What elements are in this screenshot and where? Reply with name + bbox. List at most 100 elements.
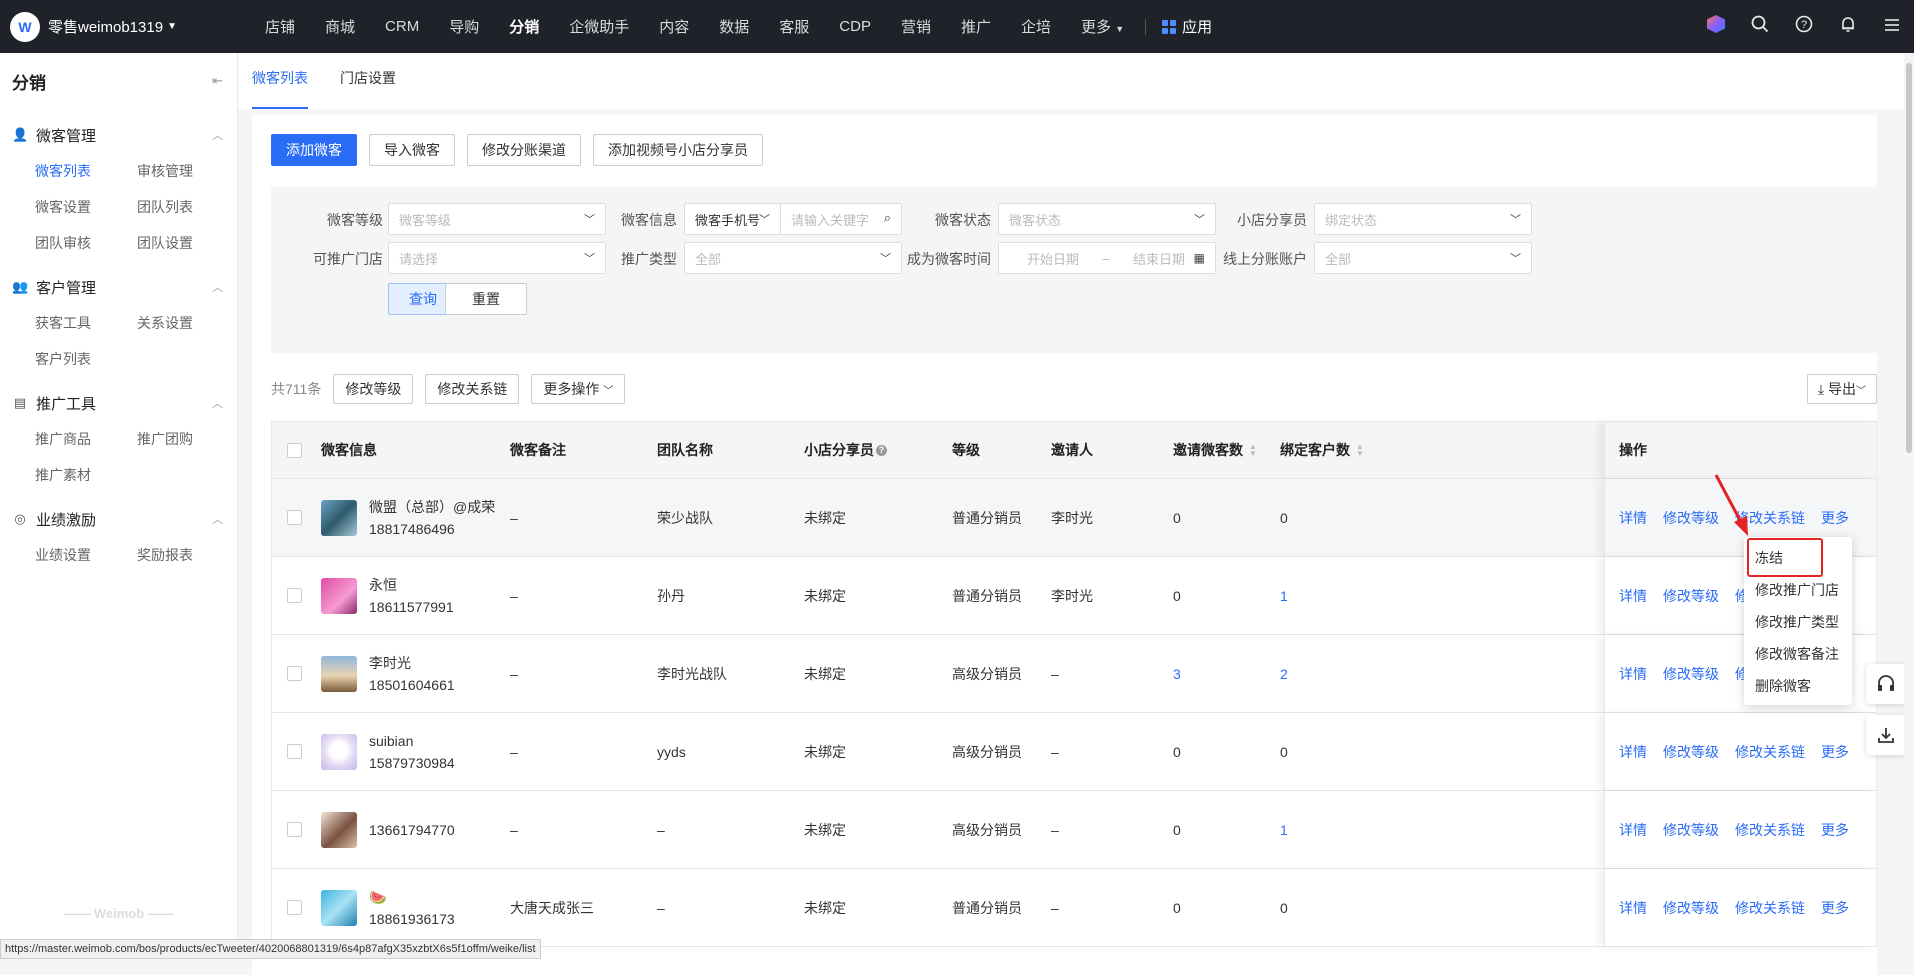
select-all-checkbox[interactable] bbox=[287, 442, 302, 458]
sidebar-item-promo-goods[interactable]: 推广商品 bbox=[35, 421, 137, 457]
modify-relation-link[interactable]: 修改关系链 bbox=[1735, 898, 1805, 918]
nav-item-mall[interactable]: 商城 bbox=[310, 16, 370, 37]
nav-item-distribution[interactable]: 分销 bbox=[494, 16, 554, 37]
sidebar-item-relation-settings[interactable]: 关系设置 bbox=[137, 305, 239, 341]
headset-support-icon[interactable] bbox=[1866, 664, 1906, 704]
modify-relation-link[interactable]: 修改关系链 bbox=[1735, 820, 1805, 840]
modify-level-link[interactable]: 修改等级 bbox=[1663, 898, 1719, 918]
collapse-sidebar-icon[interactable]: ⇤ bbox=[212, 73, 223, 89]
export-button[interactable]: ⤓ 导出﹀ bbox=[1806, 374, 1877, 404]
more-actions-button[interactable]: 更多操作 ﹀ bbox=[531, 374, 626, 404]
nav-item-store[interactable]: 店铺 bbox=[250, 16, 310, 37]
modify-level-link[interactable]: 修改等级 bbox=[1663, 820, 1719, 840]
row-checkbox[interactable] bbox=[287, 900, 302, 915]
modify-relation-link[interactable]: 修改关系链 bbox=[1735, 742, 1805, 762]
status-select[interactable]: 微客状态 ﹀ bbox=[998, 203, 1216, 235]
detail-link[interactable]: 详情 bbox=[1619, 586, 1647, 606]
download-icon[interactable] bbox=[1866, 715, 1906, 755]
col-header-bound[interactable]: 绑定客户数 ▲ ▼ bbox=[1280, 422, 1364, 478]
more-link[interactable]: 更多 bbox=[1821, 742, 1849, 762]
menu-item-delete[interactable]: 删除微客 bbox=[1744, 670, 1852, 702]
modify-channel-button[interactable]: 修改分账渠道 bbox=[467, 134, 581, 166]
brand-switcher[interactable]: W 零售weimob1319 ▼ bbox=[10, 11, 250, 42]
start-date-placeholder[interactable]: 开始日期 bbox=[1027, 249, 1079, 268]
scrollbar-thumb[interactable] bbox=[1906, 63, 1912, 453]
sidebar-item-team-list[interactable]: 团队列表 bbox=[137, 189, 239, 225]
invited-count[interactable]: 3 bbox=[1173, 635, 1181, 712]
nav-item-cdp[interactable]: CDP bbox=[824, 18, 886, 35]
row-checkbox[interactable] bbox=[287, 666, 302, 681]
nav-item-guide[interactable]: 导购 bbox=[434, 16, 494, 37]
sidebar-item-weike-list[interactable]: 微客列表 bbox=[35, 153, 137, 189]
menu-item-modify-promo-type[interactable]: 修改推广类型 bbox=[1744, 606, 1852, 638]
bound-count[interactable]: 1 bbox=[1280, 791, 1288, 868]
level-select[interactable]: 微客等级 ﹀ bbox=[388, 203, 606, 235]
account-select[interactable]: 全部 ﹀ bbox=[1314, 242, 1532, 274]
sidebar-item-team-settings[interactable]: 团队设置 bbox=[137, 225, 239, 261]
row-checkbox[interactable] bbox=[287, 744, 302, 759]
sidebar-item-reward-report[interactable]: 奖励报表 bbox=[137, 537, 239, 573]
menu-item-modify-note[interactable]: 修改微客备注 bbox=[1744, 638, 1852, 670]
sidebar-item-promo-group[interactable]: 推广团购 bbox=[137, 421, 239, 457]
sidebar-group-header[interactable]: ▤ 推广工具 ︿ bbox=[0, 385, 237, 421]
sidebar-item-team-review[interactable]: 团队审核 bbox=[35, 225, 137, 261]
nav-item-training[interactable]: 企培 bbox=[1006, 16, 1066, 37]
help-icon[interactable]: ? bbox=[1782, 15, 1826, 38]
sort-icon[interactable]: ▲ ▼ bbox=[1356, 443, 1364, 458]
nav-item-content[interactable]: 内容 bbox=[644, 16, 704, 37]
modify-level-link[interactable]: 修改等级 bbox=[1663, 508, 1719, 528]
sidebar-item-promo-material[interactable]: 推广素材 bbox=[35, 457, 137, 493]
keyword-input[interactable]: 请输入关键字 ⌕ bbox=[780, 203, 902, 235]
row-checkbox[interactable] bbox=[287, 588, 302, 603]
modify-relation-button[interactable]: 修改关系链 bbox=[425, 374, 520, 404]
nav-item-more[interactable]: 更多 ▼ bbox=[1066, 16, 1139, 37]
sidebar-group-header[interactable]: 👤 微客管理 ︿ bbox=[0, 117, 237, 153]
sidebar-item-acquire-tool[interactable]: 获客工具 bbox=[35, 305, 137, 341]
add-video-sharer-button[interactable]: 添加视频号小店分享员 bbox=[593, 134, 763, 166]
detail-link[interactable]: 详情 bbox=[1619, 664, 1647, 684]
store-select[interactable]: 请选择 ﹀ bbox=[388, 242, 606, 274]
sidebar-item-customer-list[interactable]: 客户列表 bbox=[35, 341, 137, 377]
nav-item-crm[interactable]: CRM bbox=[370, 18, 434, 35]
bell-icon[interactable] bbox=[1826, 15, 1870, 38]
import-weike-button[interactable]: 导入微客 bbox=[369, 134, 455, 166]
detail-link[interactable]: 详情 bbox=[1619, 742, 1647, 762]
detail-link[interactable]: 详情 bbox=[1619, 898, 1647, 918]
sidebar-item-weike-settings[interactable]: 微客设置 bbox=[35, 189, 137, 225]
end-date-placeholder[interactable]: 结束日期 bbox=[1133, 249, 1185, 268]
col-header-invited[interactable]: 邀请微客数 ▲ ▼ bbox=[1173, 422, 1257, 478]
info-icon[interactable]: ? bbox=[876, 444, 887, 456]
nav-item-service[interactable]: 客服 bbox=[764, 16, 824, 37]
sidebar-group-header[interactable]: 👥 客户管理 ︿ bbox=[0, 269, 237, 305]
page-scrollbar[interactable] bbox=[1904, 53, 1914, 959]
more-link[interactable]: 更多 bbox=[1821, 508, 1849, 528]
date-range-picker[interactable]: 开始日期 – 结束日期 ▦ bbox=[998, 242, 1216, 274]
search-icon[interactable] bbox=[1738, 15, 1782, 38]
info-type-select[interactable]: 微客手机号 ﹀ bbox=[684, 203, 781, 235]
sort-icon[interactable]: ▲ ▼ bbox=[1249, 443, 1257, 458]
nav-item-promotion[interactable]: 推广 bbox=[946, 16, 1006, 37]
tab-store-settings[interactable]: 门店设置 bbox=[340, 53, 396, 109]
modify-level-link[interactable]: 修改等级 bbox=[1663, 742, 1719, 762]
sidebar-group-header[interactable]: ◎ 业绩激励 ︿ bbox=[0, 501, 237, 537]
bound-count[interactable]: 1 bbox=[1280, 557, 1288, 634]
row-checkbox[interactable] bbox=[287, 822, 302, 837]
modify-level-link[interactable]: 修改等级 bbox=[1663, 664, 1719, 684]
search-icon[interactable]: ⌕ bbox=[884, 210, 891, 226]
nav-item-marketing[interactable]: 营销 bbox=[886, 16, 946, 37]
more-link[interactable]: 更多 bbox=[1821, 820, 1849, 840]
modify-level-button[interactable]: 修改等级 bbox=[333, 374, 414, 404]
row-checkbox[interactable] bbox=[287, 510, 302, 525]
promo-type-select[interactable]: 全部 ﹀ bbox=[684, 242, 902, 274]
reset-button[interactable]: 重置 bbox=[445, 283, 527, 315]
sidebar-item-review[interactable]: 审核管理 bbox=[137, 153, 239, 189]
sidebar-item-perf-settings[interactable]: 业绩设置 bbox=[35, 537, 137, 573]
nav-item-wecom[interactable]: 企微助手 bbox=[554, 16, 644, 37]
add-weike-button[interactable]: 添加微客 bbox=[271, 134, 357, 166]
menu-item-modify-store[interactable]: 修改推广门店 bbox=[1744, 574, 1852, 606]
tab-weike-list[interactable]: 微客列表 bbox=[252, 53, 308, 109]
nav-app-button[interactable]: 应用 bbox=[1152, 16, 1222, 37]
hexagon-app-icon[interactable] bbox=[1694, 15, 1738, 38]
sharer-select[interactable]: 绑定状态 ﹀ bbox=[1314, 203, 1532, 235]
detail-link[interactable]: 详情 bbox=[1619, 820, 1647, 840]
